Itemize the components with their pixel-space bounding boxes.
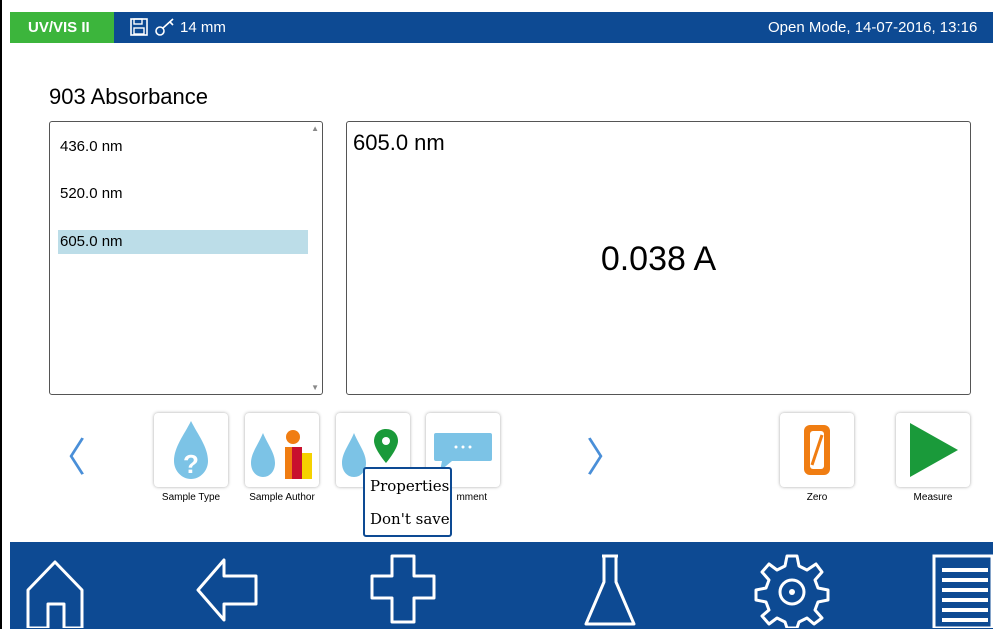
wavelength-list-item[interactable]: 520.0 nm: [58, 182, 308, 206]
popup-item-properties[interactable]: Properties: [370, 477, 449, 495]
water-drop-question-icon: ?: [174, 421, 208, 479]
mode-badge: UV/VIS II: [10, 12, 114, 43]
back-arrow-icon[interactable]: [194, 552, 260, 628]
wavelength-list-item[interactable]: 436.0 nm: [58, 135, 308, 159]
measure-label: Measure: [913, 492, 953, 503]
mode-date-time-status: Open Mode, 14-07-2016, 13:16: [768, 19, 978, 36]
popup-menu: Properties Don't save: [363, 467, 452, 537]
settings-gear-icon[interactable]: [754, 552, 830, 628]
home-icon[interactable]: [22, 552, 88, 628]
sample-type-label: Sample Type: [161, 492, 221, 503]
result-wavelength: 605.0 nm: [353, 130, 445, 155]
zero-button[interactable]: [780, 413, 854, 487]
scroll-up-arrow-icon[interactable]: ▲: [311, 124, 319, 133]
key-icon: [155, 18, 174, 36]
measure-button[interactable]: [896, 413, 970, 487]
zero-icon: [804, 425, 830, 475]
sample-author-button[interactable]: [245, 413, 319, 487]
menu-list-icon[interactable]: [930, 552, 993, 628]
scroll-down-arrow-icon[interactable]: ▼: [311, 383, 319, 392]
bottom-navigation-bar: [10, 542, 993, 629]
path-length-label: 14 mm: [180, 19, 226, 36]
play-icon: [910, 423, 958, 477]
scroll-left-chevron-icon[interactable]: 〈: [46, 438, 86, 478]
instrument-screen: UV/VIS II 14 mm Open Mode, 14-07-2016, 1…: [0, 0, 993, 629]
sample-author-label: Sample Author: [249, 492, 315, 503]
floppy-disk-icon: [130, 18, 148, 36]
wavelength-list[interactable]: 436.0 nm 520.0 nm 605.0 nm ▲ ▼: [49, 121, 323, 395]
popup-item-dont-save[interactable]: Don't save: [370, 510, 450, 528]
page-title: 903 Absorbance: [49, 84, 209, 109]
top-status-bar: UV/VIS II 14 mm Open Mode, 14-07-2016, 1…: [10, 12, 993, 43]
wavelength-list-item-selected[interactable]: 605.0 nm: [58, 230, 308, 254]
svg-text:?: ?: [183, 449, 199, 479]
drop-person-icon: [251, 430, 312, 479]
measurement-result-panel: 605.0 nm 0.038 A: [346, 121, 971, 395]
scroll-right-chevron-icon[interactable]: 〉: [586, 438, 626, 478]
sample-type-button[interactable]: ?: [154, 413, 228, 487]
add-plus-icon[interactable]: [368, 552, 438, 628]
zero-label: Zero: [806, 492, 828, 503]
flask-icon[interactable]: [580, 552, 640, 628]
result-absorbance-value: 0.038 A: [600, 240, 717, 278]
